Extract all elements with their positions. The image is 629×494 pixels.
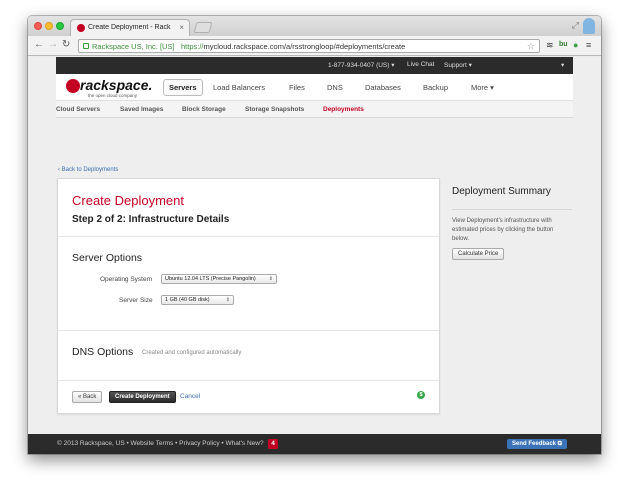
select-arrows-icon: ⇕ [268,276,273,282]
calculate-price-button[interactable]: Calculate Price [452,248,505,260]
nav-more[interactable]: More ▾ [471,83,494,92]
rackspace-favicon-icon [77,24,85,32]
reload-icon[interactable]: ↻ [62,40,70,50]
operating-system-value: Ubuntu 12.04 LTS (Precise Pangolin) [165,276,256,282]
nav-servers[interactable]: Servers [163,79,203,96]
tab-strip: Create Deployment - Rack × ⤢ [28,16,601,36]
support-phone-menu[interactable]: 1-877-934-0407 (US) ▾ [328,61,395,69]
server-options-heading: Server Options [72,252,143,264]
tab-close-icon[interactable]: × [179,23,184,32]
site-identity: Rackspace US, Inc. [US] [92,42,175,51]
create-deployment-button[interactable]: Create Deployment [109,391,176,403]
whats-new-count-badge[interactable]: 4 [268,439,278,449]
divider [58,330,439,331]
logo-wordmark: rackspace. [80,77,153,93]
menu-icon[interactable]: ≡ [586,40,591,50]
bookmark-star-icon[interactable]: ☆ [527,41,535,52]
browser-toolbar: ← → ↻ Rackspace US, Inc. [US] https://my… [28,36,601,56]
dns-options-heading: DNS Options [72,346,134,358]
divider [58,380,439,381]
forward-arrow-icon[interactable]: → [48,40,58,50]
extension-bu-icon[interactable]: bu [559,40,568,50]
evernote-extension-icon[interactable]: ● [573,40,578,50]
url-text: https://mycloud.rackspace.com/a/rsstrong… [181,42,405,51]
layers-extension-icon[interactable]: ≋ [546,40,554,50]
subnav-saved-images[interactable]: Saved Images [120,106,163,113]
dns-options-note: Created and configured automatically [142,350,242,356]
footer-links[interactable]: © 2013 Rackspace, US • Website Terms • P… [57,440,264,447]
operating-system-label: Operating System [100,276,153,283]
subnav-block-storage[interactable]: Block Storage [182,106,226,113]
subnav-deployments[interactable]: Deployments [323,106,364,113]
utility-bar: 1-877-934-0407 (US) ▾ Live Chat Support … [56,57,573,74]
back-to-deployments-link[interactable]: ‹ Back to Deployments [58,167,118,173]
step-heading: Step 2 of 2: Infrastructure Details [72,214,230,225]
operating-system-select[interactable]: Ubuntu 12.04 LTS (Precise Pangolin) ⇕ [161,274,277,284]
rackspace-logo-icon [66,79,80,93]
divider [58,236,439,237]
minimize-window-button[interactable] [45,22,53,30]
support-menu[interactable]: Support ▾ [444,61,472,69]
fullscreen-icon[interactable]: ⤢ [572,20,579,31]
profile-avatar-icon[interactable] [583,18,595,34]
browser-tab[interactable]: Create Deployment - Rack × [70,19,190,36]
nav-files[interactable]: Files [289,83,305,92]
back-arrow-icon[interactable]: ← [34,40,44,50]
close-window-button[interactable] [34,22,42,30]
lock-icon [83,43,89,49]
address-bar[interactable]: Rackspace US, Inc. [US] https://mycloud.… [78,39,540,53]
logo-tagline: the open cloud company [88,93,138,98]
live-chat-link[interactable]: Live Chat [407,61,434,68]
cancel-link[interactable]: Cancel [180,393,200,400]
back-button[interactable]: « Back [72,391,103,403]
subnav-storage-snapshots[interactable]: Storage Snapshots [245,106,304,113]
deployment-summary-text: View Deployment's infrastructure with es… [452,218,554,242]
nav-backup[interactable]: Backup [423,83,448,92]
create-deployment-card: Create Deployment Step 2 of 2: Infrastru… [57,178,440,414]
divider [452,209,572,210]
server-size-select[interactable]: 1 GB (40 GB disk) ⇕ [161,295,234,305]
footer: © 2013 Rackspace, US • Website Terms • P… [28,434,601,454]
deployment-summary-heading: Deployment Summary [452,186,551,197]
main-header: rackspace. the open cloud company Server… [56,74,573,100]
zoom-window-button[interactable] [56,22,64,30]
new-tab-button[interactable] [193,22,213,33]
sub-navigation: Cloud Servers Saved Images Block Storage… [56,100,573,118]
subnav-cloud-servers[interactable]: Cloud Servers [56,106,100,113]
url-scheme: https:// [181,42,204,51]
nav-load-balancers[interactable]: Load Balancers [213,83,265,92]
browser-window: Create Deployment - Rack × ⤢ ← → ↻ Racks… [28,16,601,454]
server-size-value: 1 GB (40 GB disk) [165,297,210,303]
url-path: mycloud.rackspace.com/a/rsstrongloop/#de… [203,42,406,51]
send-feedback-button[interactable]: Send Feedback ⧉ [507,439,567,449]
page-title: Create Deployment [72,193,184,208]
server-size-label: Server Size [119,297,153,304]
nav-databases[interactable]: Databases [365,83,401,92]
select-arrows-icon: ⇕ [225,297,230,303]
tab-title: Create Deployment - Rack [88,24,171,31]
account-menu[interactable]: ▾ [561,61,564,69]
page-content: 1-877-934-0407 (US) ▾ Live Chat Support … [28,57,601,454]
nav-dns[interactable]: DNS [327,83,343,92]
price-dollar-icon: $ [417,391,425,399]
